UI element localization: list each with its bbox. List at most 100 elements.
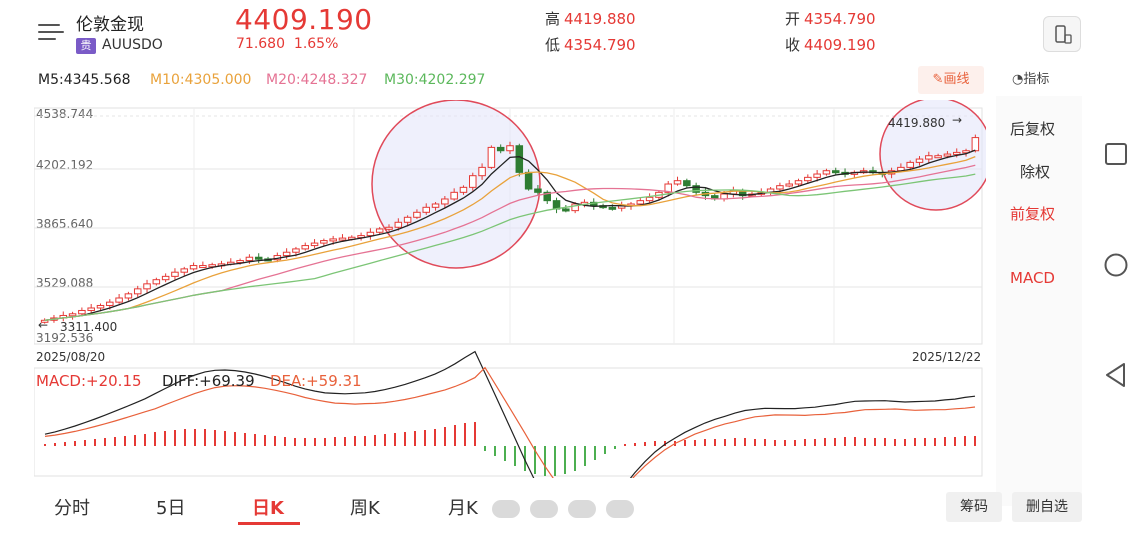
high-mark-label: 4419.880 (888, 116, 946, 130)
candle-body (813, 173, 821, 178)
candle-body (645, 196, 654, 202)
candle-body (506, 145, 514, 152)
right-arrow-icon: → (952, 113, 963, 127)
indicator-label: 指标 (1023, 72, 1050, 87)
diff-line (44, 350, 976, 478)
side-item-pre-adjust[interactable]: 前复权 (1010, 203, 1055, 224)
high-value: 4419.880 (564, 10, 636, 28)
indicator-button[interactable]: ◔指标 (1012, 68, 1049, 87)
left-arrow-icon: ← (38, 318, 49, 332)
candle-body (478, 166, 486, 177)
ma5-label: M5:4345.568 (38, 72, 131, 88)
candle-body (366, 231, 375, 237)
diff-value: DIFF:+69.39 (162, 372, 255, 390)
candle-body (189, 265, 198, 270)
category-badge: 贵 (76, 38, 96, 54)
tab-weekly-k[interactable]: 周K (350, 494, 380, 520)
candle-body (831, 170, 840, 174)
system-nav-bar (1090, 0, 1138, 536)
candle-body (375, 228, 384, 233)
pencil-icon: ✎ (932, 72, 944, 87)
candle-body (487, 146, 496, 168)
candle-body (124, 293, 133, 299)
candle-body (385, 226, 393, 230)
dea-value: DEA:+59.31 (270, 372, 362, 390)
remove-favorite-button[interactable]: 删自选 (1012, 492, 1082, 522)
candle-body (282, 251, 291, 257)
gauge-icon: ◔ (1012, 72, 1024, 87)
candle-body (562, 208, 570, 212)
candle-body (161, 275, 170, 281)
candle-body (329, 238, 337, 242)
candle-body (906, 161, 914, 168)
candle-body (199, 265, 207, 269)
open-stat: 开 4354.790 (785, 8, 876, 29)
candle-body (496, 146, 505, 152)
back-icon[interactable] (1104, 362, 1128, 388)
candle-body (403, 216, 412, 223)
tab-intraday[interactable]: 分时 (54, 494, 90, 520)
ma30-label: M30:4202.297 (384, 72, 486, 88)
side-panel (996, 96, 1082, 506)
tab-5day[interactable]: 5日 (156, 494, 185, 520)
candle-body (254, 256, 263, 260)
candle-body (925, 155, 933, 160)
candle-body (524, 171, 533, 190)
candle-body (394, 221, 403, 228)
candle-body (683, 180, 691, 187)
candle-body (171, 271, 179, 277)
draw-line-button[interactable]: ✎画线 (918, 66, 984, 94)
candle-body (292, 248, 300, 253)
candle-body (106, 301, 114, 306)
ma20-label: M20:4248.327 (266, 72, 368, 88)
candlestick-chart[interactable] (34, 100, 986, 478)
candle-body (180, 268, 189, 273)
instrument-title: 伦敦金现 (76, 15, 144, 35)
candle-body (236, 260, 244, 264)
candle-body (943, 153, 952, 157)
candle-body (245, 256, 254, 262)
low-label: 低 (545, 36, 561, 54)
candle-body (143, 283, 151, 290)
menu-icon[interactable] (38, 22, 64, 42)
candle-body (673, 180, 682, 185)
change-percent: 1.65% (293, 36, 339, 52)
chip-distribution-button[interactable]: 筹码 (946, 492, 1002, 522)
high-label: 高 (545, 10, 561, 28)
home-icon[interactable] (1103, 252, 1129, 278)
recent-apps-icon[interactable] (1104, 142, 1128, 166)
candle-body (115, 297, 123, 303)
candle-body (534, 188, 542, 193)
candle-body (971, 137, 980, 152)
stock-chart-app: 伦敦金现 贵 AUUSDO 4409.190 71.680 1.65% 高 441… (0, 0, 1138, 536)
close-value: 4409.190 (804, 36, 876, 54)
close-stat: 收 4409.190 (785, 34, 876, 55)
candle-body (301, 245, 310, 250)
draw-line-label: 画线 (943, 72, 970, 87)
side-item-post-adjust[interactable]: 后复权 (1010, 118, 1055, 139)
candle-body (608, 206, 617, 210)
candle-body (822, 170, 831, 175)
candle-body (785, 183, 793, 187)
candle-body (469, 175, 477, 188)
candle-body (934, 155, 942, 159)
high-stat: 高 4419.880 (545, 8, 636, 29)
tab-daily-k[interactable]: 日K (252, 494, 284, 520)
rotate-screen-button[interactable] (1043, 16, 1081, 52)
candle-body (310, 242, 319, 247)
phone-rotate-icon (1055, 25, 1072, 44)
candle-body (422, 206, 430, 213)
side-item-ex-rights[interactable]: 除权 (1020, 161, 1050, 182)
candle-body (915, 158, 924, 163)
price-change: 71.680 1.65% (236, 36, 338, 52)
tab-monthly-k[interactable]: 月K (448, 494, 478, 520)
candle-body (431, 203, 440, 208)
candle-body (96, 304, 105, 309)
low-value: 4354.790 (564, 36, 636, 54)
low-mark-label: 3311.400 (60, 320, 118, 334)
candle-body (320, 240, 328, 244)
current-price: 4409.190 (235, 3, 373, 36)
candle-body (459, 186, 468, 193)
candle-body (515, 145, 524, 173)
side-item-macd[interactable]: MACD (1010, 269, 1055, 287)
